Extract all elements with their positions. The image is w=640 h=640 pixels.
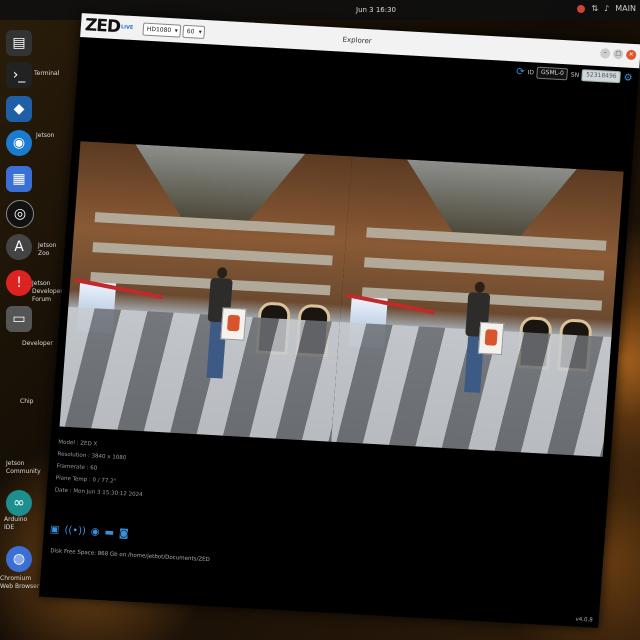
- stream-icon[interactable]: ((•)): [64, 525, 86, 537]
- system-tray: ⇅ ♪ MAIN: [577, 4, 636, 13]
- dock-label-community: Jetson Community: [6, 460, 41, 475]
- skylight: [130, 144, 305, 223]
- dock-label-developer: Developer: [22, 340, 53, 347]
- resolution-select[interactable]: HD1080 ▾: [142, 22, 182, 38]
- right-camera-view: [331, 156, 624, 457]
- chromium-icon[interactable]: ◍: [6, 546, 32, 572]
- person-head: [216, 267, 228, 279]
- volume-icon[interactable]: ♪: [604, 4, 609, 13]
- obs-icon[interactable]: ◎: [6, 200, 34, 228]
- camera-snapshot-icon[interactable]: ◙: [119, 528, 129, 540]
- record-icon[interactable]: ◉: [90, 526, 100, 537]
- folder-icon[interactable]: ▣: [50, 524, 60, 535]
- bottom-toolbar: ▣ ((•)) ◉ ▬ ◙: [50, 524, 130, 539]
- user-label[interactable]: MAIN: [615, 4, 636, 13]
- camera-id-label: ID: [527, 68, 535, 76]
- zed-explorer-window: ZED LIVE HD1080 ▾ 60 ▾ Explorer – □ × ⟳ …: [39, 13, 640, 628]
- balcony: [92, 242, 333, 266]
- app-version: v4.0.8: [575, 616, 593, 624]
- fps-select[interactable]: 60 ▾: [182, 24, 206, 39]
- serial-number-field[interactable]: 52318496: [581, 69, 621, 84]
- system-clock[interactable]: Jun 3 16:30: [356, 6, 396, 14]
- dock-label-forum: Jetson Developers Forum: [32, 280, 66, 303]
- dock-label-jetson-zoo: Jetson Zoo: [38, 242, 57, 257]
- record-indicator-icon[interactable]: [577, 4, 586, 13]
- browser-icon[interactable]: ◉: [6, 130, 32, 156]
- live-badge: LIVE: [120, 24, 134, 31]
- docs-icon[interactable]: ▦: [6, 166, 32, 192]
- close-icon[interactable]: ×: [625, 49, 637, 61]
- dock-label-terminal: Terminal: [34, 70, 60, 77]
- dock-label-arduino: Arduino IDE: [4, 516, 28, 531]
- dock-label-jetson: Jetson: [36, 132, 55, 139]
- minimize-icon[interactable]: –: [599, 48, 611, 59]
- chevron-down-icon: ▾: [198, 28, 203, 36]
- dock-label-chromium: Chromium Web Browser: [0, 575, 40, 590]
- skylight: [402, 159, 577, 238]
- fps-select-value: 60: [186, 28, 195, 36]
- left-camera-view: [59, 141, 353, 442]
- camera-info-panel: Model : ZED X Resolution : 3840 x 1080 F…: [54, 436, 146, 501]
- vscode-icon[interactable]: ◆: [6, 96, 32, 122]
- disk-free-space: Disk Free Space: 868 Gb on /home/jetbot/…: [50, 548, 210, 564]
- dock-label-chip: Chip: [20, 398, 34, 405]
- tiled-floor: [59, 306, 340, 442]
- stereo-video-feed[interactable]: [59, 141, 624, 457]
- explorer-main-area: ⟳ ID GSML-0 SN 52318496 ⚙ Model: ZED X …: [39, 37, 640, 628]
- chevron-down-icon: ▾: [174, 27, 179, 35]
- svo-icon[interactable]: ▬: [104, 527, 114, 538]
- window-controls: – □ ×: [599, 48, 637, 61]
- settings-gear-icon[interactable]: ⚙: [623, 72, 633, 83]
- shopping-bag: [477, 321, 505, 356]
- trash-icon[interactable]: ▭: [6, 306, 32, 332]
- window-title: Explorer: [342, 35, 372, 46]
- app-store-icon[interactable]: A: [6, 234, 32, 260]
- serial-number-label: SN: [570, 71, 580, 79]
- maximize-icon[interactable]: □: [612, 48, 624, 60]
- arduino-icon[interactable]: ∞: [6, 490, 32, 516]
- camera-toolbar: ⟳ ID GSML-0 SN 52318496 ⚙: [516, 65, 633, 83]
- person-head: [474, 281, 486, 294]
- network-icon[interactable]: ⇅: [591, 4, 598, 13]
- balcony: [363, 257, 605, 281]
- resolution-select-value: HD1080: [146, 25, 172, 35]
- terminal-icon[interactable]: ›_: [6, 62, 32, 88]
- files-icon[interactable]: ▤: [6, 30, 32, 56]
- refresh-icon[interactable]: ⟳: [516, 66, 525, 77]
- shopping-bag: [220, 307, 247, 341]
- zed-logo: ZED: [84, 15, 121, 38]
- camera-id-select[interactable]: GSML-0: [536, 66, 569, 81]
- update-alert-icon[interactable]: !: [6, 270, 32, 296]
